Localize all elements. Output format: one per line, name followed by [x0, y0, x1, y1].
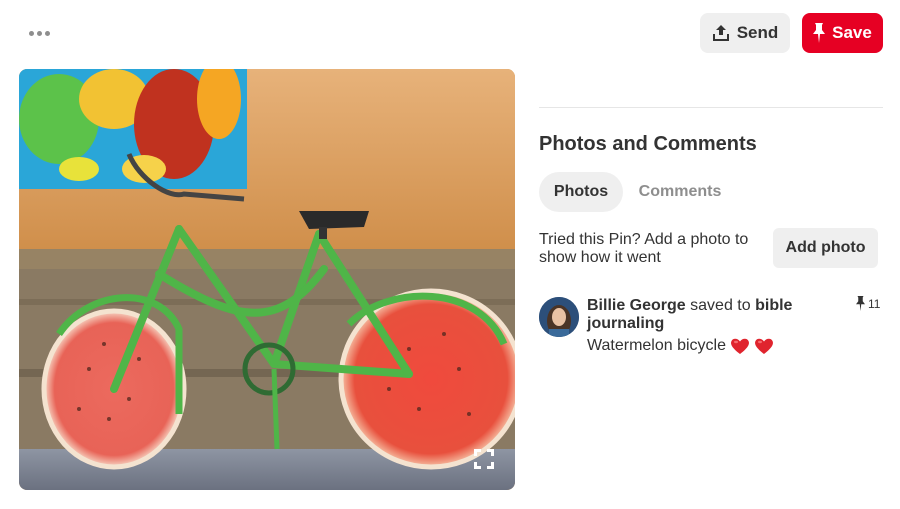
send-button[interactable]: Send — [700, 13, 790, 53]
save-button[interactable]: Save — [802, 13, 883, 53]
more-options-button[interactable] — [22, 20, 56, 46]
caption-text: Watermelon bicycle — [587, 337, 727, 354]
user-avatar-image — [539, 297, 579, 337]
pin-icon — [813, 23, 826, 43]
heart-emoji — [755, 338, 773, 354]
avatar[interactable] — [539, 297, 579, 337]
more-dot — [36, 30, 42, 36]
repin-count: 11 — [868, 296, 881, 311]
tab-photos[interactable]: Photos — [539, 172, 623, 212]
watermelon-bicycle-photo — [19, 69, 515, 490]
heart-emoji — [731, 338, 749, 354]
tab-comments[interactable]: Comments — [627, 172, 733, 212]
section-divider — [539, 107, 883, 108]
pin-icon — [856, 296, 865, 311]
add-photo-button[interactable]: Add photo — [773, 228, 878, 268]
save-label: Save — [832, 23, 872, 42]
activity-verb: saved to — [690, 297, 751, 314]
more-horizontal-icon — [28, 30, 34, 36]
activity-text: Billie George saved to bible journaling — [587, 297, 827, 333]
send-label: Send — [736, 23, 779, 42]
activity-caption: Watermelon bicycle — [587, 337, 774, 355]
expand-icon[interactable] — [473, 448, 495, 470]
share-upload-icon — [712, 25, 729, 41]
more-dot — [44, 30, 50, 36]
repin-count-badge: 11 — [856, 296, 880, 311]
section-title: Photos and Comments — [539, 133, 757, 155]
activity-user[interactable]: Billie George — [587, 297, 686, 314]
tried-pin-prompt: Tried this Pin? Add a photo to show how … — [539, 231, 749, 266]
pin-image[interactable] — [19, 69, 515, 490]
